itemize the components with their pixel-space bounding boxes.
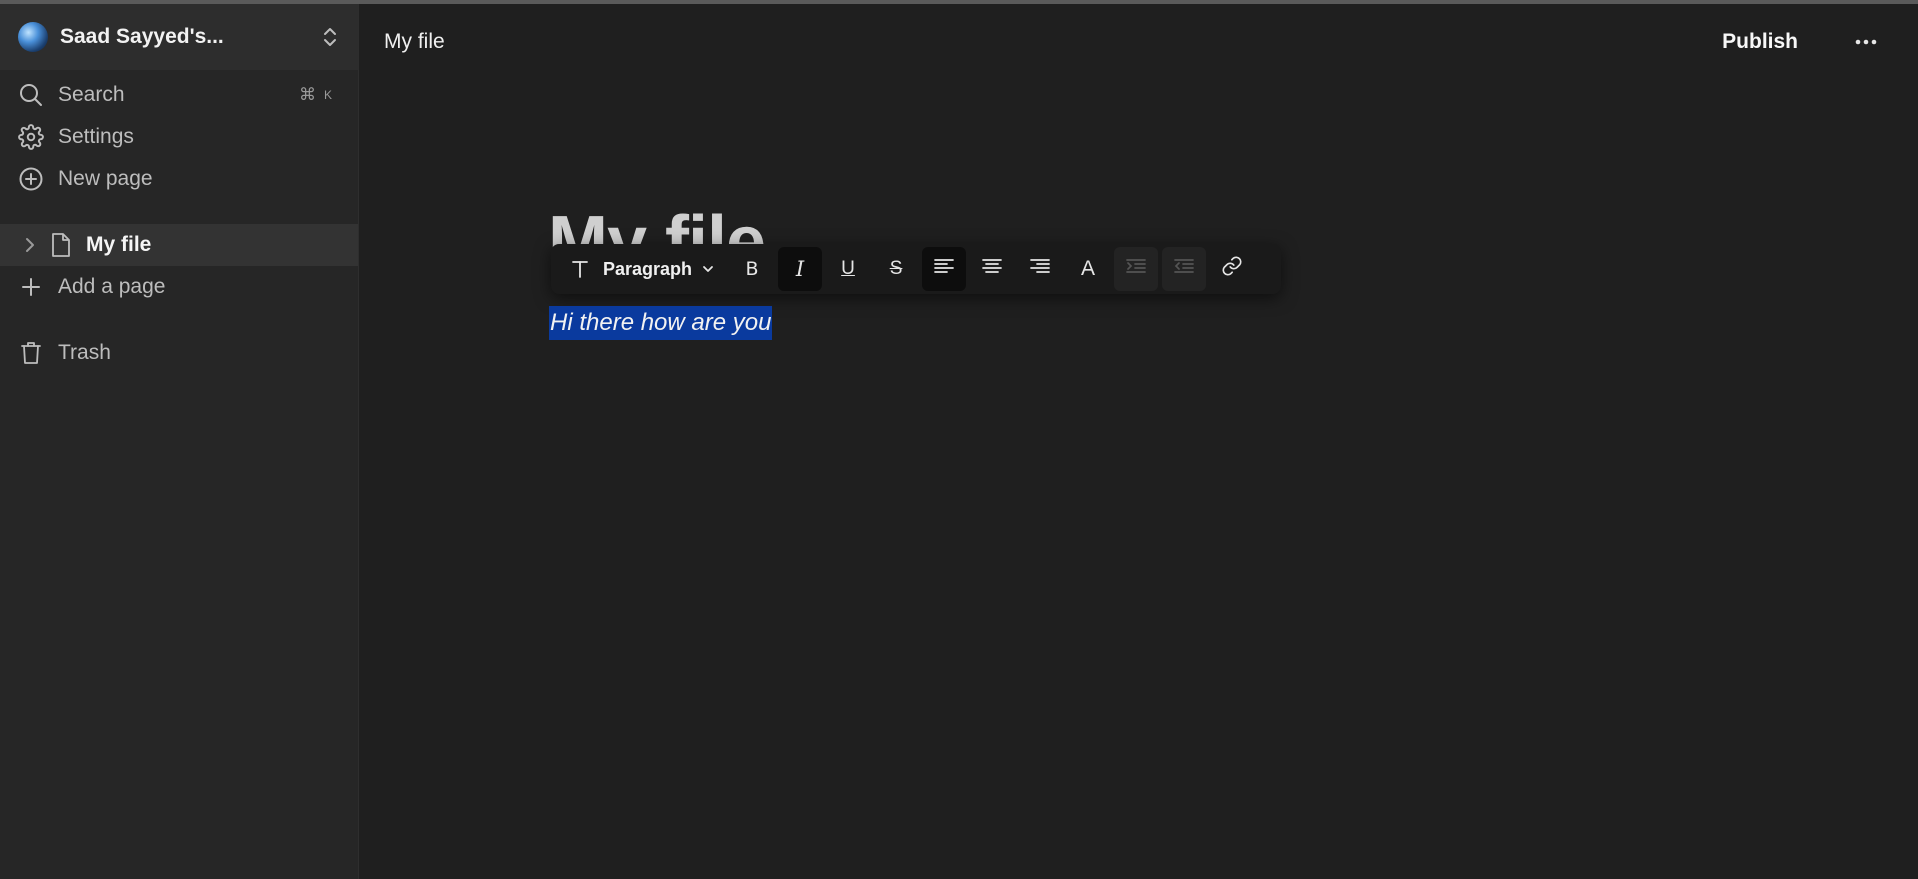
command-key-icon: ⌘ [298,85,316,104]
chevron-up-down-icon[interactable] [302,26,358,48]
align-center-icon [982,258,1002,280]
block-type-select[interactable]: Paragraph [557,247,720,291]
search-icon [18,82,44,108]
publish-button[interactable]: Publish [1722,30,1798,54]
align-center-button[interactable] [970,247,1014,291]
plus-icon [18,274,44,300]
chevron-right-icon[interactable] [22,237,38,253]
page-header: My file Publish [360,4,1918,80]
sidebar-item-label: Search [58,83,125,106]
italic-button[interactable]: I [778,247,823,291]
sidebar-item-settings[interactable]: Settings [0,116,358,158]
align-right-button[interactable] [1018,247,1062,291]
align-left-button[interactable] [922,247,967,291]
sidebar-item-label: Settings [58,125,134,148]
underline-icon: U [841,258,855,279]
breadcrumb-title[interactable]: My file [384,30,1722,54]
trash-icon [18,340,44,366]
sidebar-item-trash[interactable]: Trash [0,332,358,374]
indent-button[interactable] [1114,247,1159,291]
strikethrough-icon: S [889,258,903,279]
outdent-button[interactable] [1162,247,1207,291]
link-button[interactable] [1210,247,1254,291]
workspace-avatar [18,22,48,52]
sidebar-item-label: Add a page [58,275,166,298]
outdent-icon [1174,258,1194,280]
workspace-switcher[interactable]: Saad Sayyed's... [0,4,358,70]
plus-circle-icon [18,166,44,192]
sidebar-page-my-file[interactable]: My file [0,224,358,266]
gear-icon [18,124,44,150]
sidebar-item-add-page[interactable]: Add a page [0,266,358,308]
font-color-icon: A [1081,257,1096,280]
align-left-icon [934,258,954,280]
block-type-label: Paragraph [603,258,693,279]
document-icon [48,232,74,258]
sidebar-item-search[interactable]: Search ⌘ K [0,74,358,116]
strikethrough-button[interactable]: S [874,247,918,291]
italic-icon: I [795,257,805,281]
shortcut-key: K [323,88,332,102]
selected-paragraph[interactable]: Hi there how are you [549,306,773,340]
search-shortcut: ⌘ K [299,85,358,105]
sidebar-page-label: My file [86,233,152,256]
bold-button[interactable]: B [730,247,774,291]
text-type-icon [563,259,597,279]
workspace-name: Saad Sayyed's... [60,25,224,48]
sidebar-item-new-page[interactable]: New page [0,158,358,200]
more-options-icon[interactable] [1846,39,1886,45]
sidebar: Saad Sayyed's... Search ⌘ K Settings New… [0,4,359,879]
sidebar-item-label: Trash [58,341,111,364]
indent-icon [1126,258,1146,280]
formatting-toolbar: Paragraph B I U S A [551,244,1281,294]
underline-button[interactable]: U [826,247,870,291]
link-icon [1221,255,1243,283]
chevron-down-icon [702,260,714,278]
font-color-button[interactable]: A [1066,247,1110,291]
bold-icon: B [745,258,759,280]
sidebar-item-label: New page [58,167,153,190]
align-right-icon [1030,258,1050,280]
